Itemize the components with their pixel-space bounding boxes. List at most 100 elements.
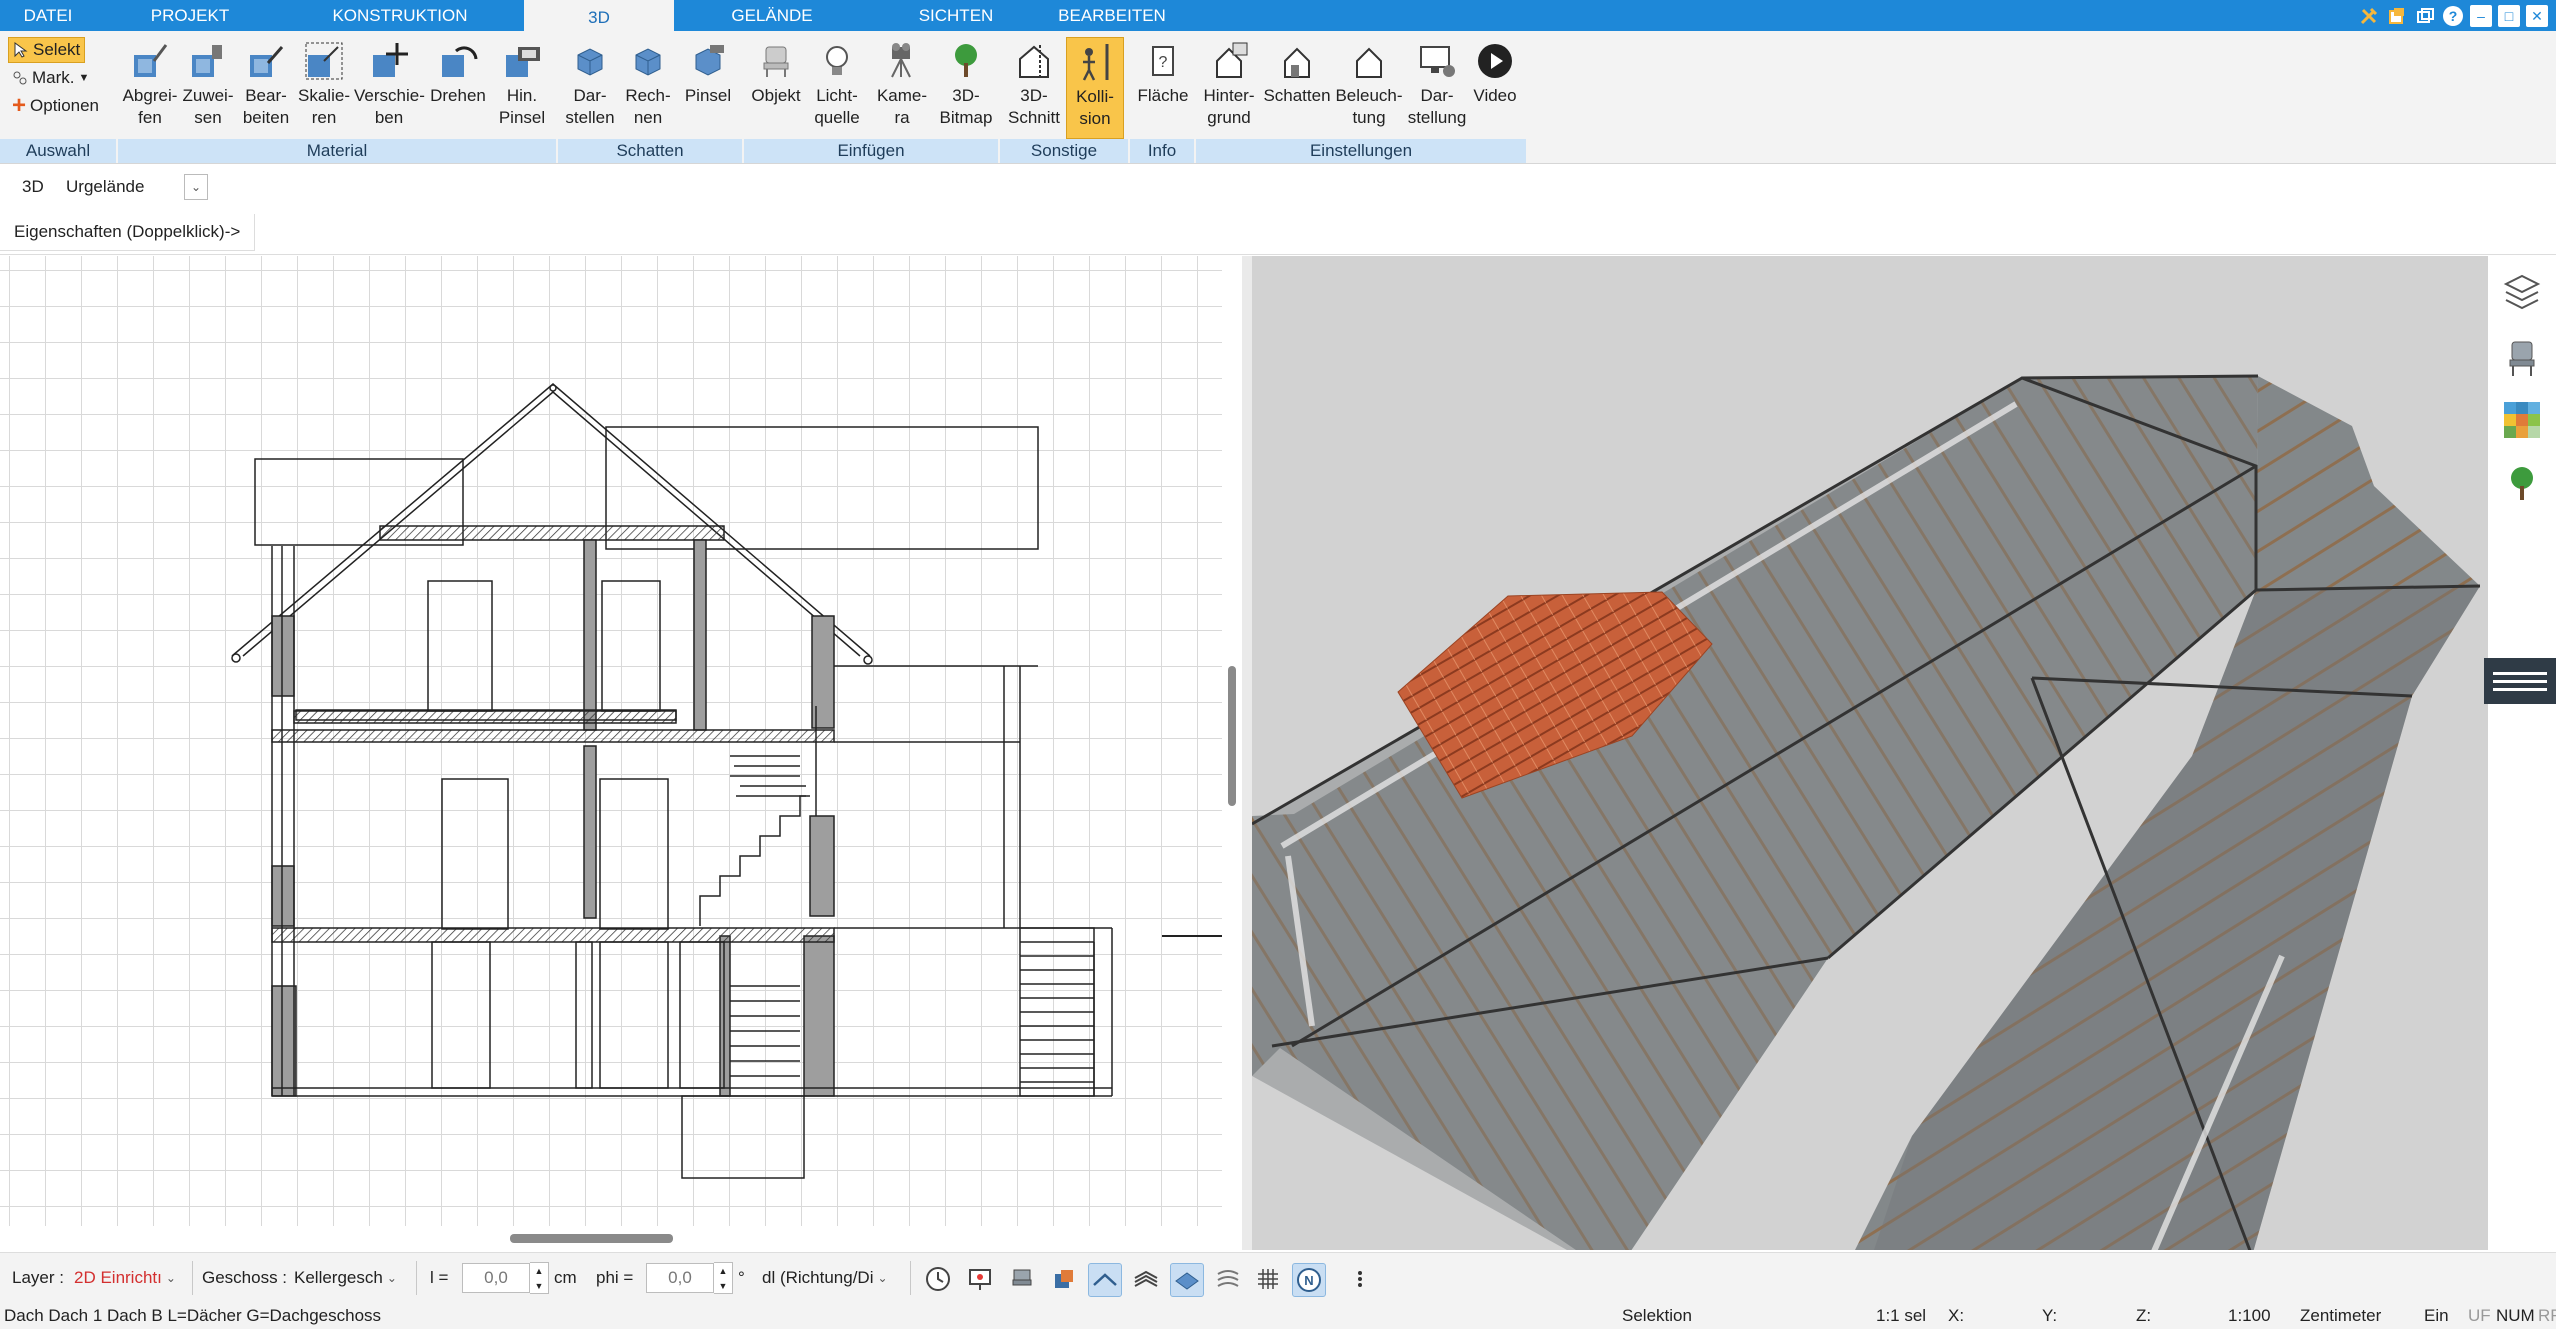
beleuchtung-button[interactable]: Beleuch- tung <box>1334 37 1404 137</box>
kollision-button[interactable]: Kolli- sion <box>1066 37 1124 139</box>
drehen-button[interactable]: Drehen <box>428 37 488 137</box>
direction-select[interactable]: dl (Richtung/Di ⌄ <box>762 1253 888 1303</box>
divider <box>910 1261 911 1295</box>
objects-icon[interactable] <box>1048 1263 1080 1295</box>
vertical-scrollbar[interactable] <box>1222 256 1242 1226</box>
flaeche-button[interactable]: ? Fläche <box>1134 37 1192 137</box>
chevron-up-icon[interactable]: ▲ <box>535 1266 544 1276</box>
tools-icon[interactable] <box>2358 5 2380 27</box>
minimize-button[interactable]: – <box>2470 4 2492 27</box>
verschieben-label: Verschie- ben <box>354 86 425 127</box>
chevron-up-icon[interactable]: ▲ <box>719 1266 728 1276</box>
tab-sichten[interactable]: SICHTEN <box>878 0 1034 31</box>
3d-view[interactable] <box>1252 256 2488 1250</box>
window-controls: ? – □ ✕ <box>2358 0 2556 31</box>
chevron-down-icon[interactable]: ▼ <box>719 1281 728 1291</box>
help-icon[interactable]: ? <box>2442 5 2464 27</box>
mode-label: 3D <box>22 177 44 196</box>
darstellung-button[interactable]: Dar- stellung <box>1406 37 1468 137</box>
direction-value: dl (Richtung/Di <box>762 1268 874 1287</box>
phi-value[interactable]: 0,0 <box>646 1263 714 1293</box>
skalieren-label: Skalie- ren <box>298 86 350 127</box>
close-button[interactable]: ✕ <box>2526 4 2548 27</box>
chevron-down-icon[interactable]: ▼ <box>535 1281 544 1291</box>
tab-datei[interactable]: DATEI <box>0 0 96 31</box>
selekt-button[interactable]: Selekt <box>8 37 86 63</box>
floor-plane-icon[interactable] <box>1170 1263 1204 1297</box>
rechnen-button[interactable]: Rech- nen <box>620 37 676 137</box>
chair-icon[interactable] <box>2500 336 2544 380</box>
group-einfuegen: Objekt Licht- quelle Kame- ra 3D- Bitmap… <box>744 31 1000 163</box>
tab-gelaende[interactable]: GELÄNDE <box>690 0 854 31</box>
hin-pinsel-button[interactable]: Hin. Pinsel <box>490 37 554 137</box>
length-input[interactable]: 0,0 ▲ ▼ <box>462 1253 549 1303</box>
abgreifen-button[interactable]: Abgrei- fen <box>122 37 178 137</box>
schatten-settings-label: Schatten <box>1263 86 1331 105</box>
chevron-down-icon: ⌄ <box>165 1271 176 1285</box>
status-unit: Zentimeter <box>2300 1306 2382 1325</box>
verschieben-button[interactable]: Verschie- ben <box>354 37 425 137</box>
hin-pinsel-label: Hin. Pinsel <box>498 86 546 127</box>
north-icon[interactable]: N <box>1292 1263 1326 1297</box>
darstellen-button[interactable]: Dar- stellen <box>562 37 618 137</box>
layers-icon[interactable] <box>2500 270 2544 314</box>
hintergrund-button[interactable]: Hinter- grund <box>1198 37 1260 137</box>
divider <box>0 254 2556 255</box>
window-layout-icon[interactable] <box>2386 5 2408 27</box>
status-uf: UF <box>2468 1306 2491 1325</box>
length-stepper[interactable]: ▲ ▼ <box>530 1262 549 1294</box>
scale-icon <box>296 37 352 85</box>
objekt-button[interactable]: Objekt <box>748 37 804 137</box>
video-button[interactable]: Video <box>1470 37 1520 137</box>
move-icon <box>354 37 424 85</box>
group-schatten: Dar- stellen Rech- nen Pinsel Schatten <box>558 31 744 163</box>
tab-bearbeiten[interactable]: BEARBEITEN <box>1040 0 1184 31</box>
scroll-thumb[interactable] <box>510 1234 673 1243</box>
length-value[interactable]: 0,0 <box>462 1263 530 1293</box>
terrain-lines-icon[interactable] <box>1212 1263 1244 1295</box>
layer-select[interactable]: 2D Einrichtı ⌄ <box>74 1253 176 1303</box>
group-label-material: Material <box>118 139 558 163</box>
horizontal-scrollbar[interactable] <box>0 1226 1242 1250</box>
materials-icon[interactable] <box>2500 398 2544 442</box>
furniture-icon[interactable] <box>1006 1263 1038 1295</box>
bearbeiten-button[interactable]: Bear- beiten <box>238 37 294 137</box>
mark-icon <box>13 71 27 85</box>
tab-konstruktion[interactable]: KONSTRUKTION <box>310 0 490 31</box>
phi-stepper[interactable]: ▲ ▼ <box>714 1262 733 1294</box>
status-x: X: <box>1948 1306 1965 1325</box>
properties-button[interactable]: Eigenschaften (Doppelklick)-> <box>0 214 256 251</box>
house-shadow-icon <box>1262 37 1332 85</box>
skalieren-button[interactable]: Skalie- ren <box>296 37 352 137</box>
monitor-settings-icon <box>1406 37 1468 85</box>
lichtquelle-button[interactable]: Licht- quelle <box>806 37 868 137</box>
pane-splitter[interactable] <box>1242 256 1252 1250</box>
3d-schnitt-button[interactable]: 3D- Schnitt <box>1004 37 1064 137</box>
presentation-icon[interactable] <box>964 1263 996 1295</box>
mark-button[interactable]: Mark. ▼ <box>8 66 93 90</box>
zuweisen-button[interactable]: Zuwei- sen <box>180 37 236 137</box>
pinsel-button[interactable]: Pinsel <box>680 37 736 137</box>
geschoss-select[interactable]: Kellergesch ⌄ <box>294 1253 397 1303</box>
phi-input[interactable]: 0,0 ▲ ▼ <box>646 1253 733 1303</box>
clock-icon[interactable] <box>922 1263 954 1295</box>
optionen-button[interactable]: + Optionen <box>8 94 103 118</box>
darstellen-label: Dar- stellen <box>565 86 615 127</box>
scroll-thumb[interactable] <box>1228 666 1236 806</box>
maximize-button[interactable]: □ <box>2498 4 2520 27</box>
menu-icon[interactable] <box>2484 658 2556 704</box>
grid-icon[interactable] <box>1252 1263 1284 1295</box>
roof-layers-icon[interactable] <box>1130 1263 1162 1295</box>
more-options-icon[interactable] <box>1344 1263 1376 1295</box>
tab-projekt[interactable]: PROJEKT <box>110 0 270 31</box>
section-view-2d[interactable] <box>0 256 1222 1226</box>
terrain-select[interactable]: Urgelände ⌄ <box>62 173 208 201</box>
3d-bitmap-button[interactable]: 3D- Bitmap <box>936 37 996 137</box>
window-restore-icon[interactable] <box>2414 5 2436 27</box>
kamera-button[interactable]: Kame- ra <box>872 37 932 137</box>
roof-view-icon[interactable] <box>1088 1263 1122 1297</box>
tree-icon[interactable] <box>2500 462 2544 506</box>
status-mode: Selektion <box>1622 1306 1692 1325</box>
schatten-settings-button[interactable]: Schatten <box>1262 37 1332 137</box>
tab-3d[interactable]: 3D <box>524 0 674 33</box>
